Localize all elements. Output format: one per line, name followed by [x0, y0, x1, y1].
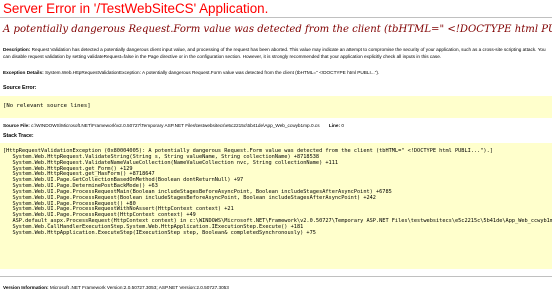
version-information: Version Information: Microsoft .NET Fram… — [3, 284, 229, 291]
exception-details-block: Exception Details: System.Web.HttpReques… — [3, 69, 551, 76]
stack-trace-text: [HttpRequestValidationException (0x80004… — [3, 148, 552, 237]
exception-details-label: Exception Details: — [3, 70, 44, 75]
description-text: Request Validation has detected a potent… — [3, 47, 546, 59]
version-text: Microsoft .NET Framework Version:2.0.507… — [49, 285, 229, 290]
description-label: Description: — [3, 47, 31, 52]
source-file-line: Source File: c:\WINDOWS\Microsoft.NET\Fr… — [3, 122, 344, 129]
title-divider — [0, 17, 552, 18]
stack-trace-line: System.Web.HttpApplication.ExecuteStep(I… — [3, 229, 316, 236]
exception-details-text: System.Web.HttpRequestValidationExceptio… — [44, 70, 380, 75]
stack-trace-label: Stack Trace: — [3, 133, 34, 139]
footer-divider — [0, 276, 552, 277]
source-error-box: [No relevant source lines] — [0, 96, 552, 118]
line-number: 0 — [341, 123, 344, 128]
source-file-label: Source File: — [3, 123, 30, 128]
version-label: Version Information: — [3, 285, 49, 290]
error-subtitle: A potentially dangerous Request.Form val… — [3, 24, 552, 35]
error-page: Server Error in '/TestWebSiteCS' Applica… — [0, 0, 552, 298]
description-block: Description: Request Validation has dete… — [3, 46, 549, 60]
source-error-label: Source Error: — [3, 85, 37, 91]
source-file-path: c:\WINDOWS\Microsoft.NET\Framework\v2.0.… — [31, 123, 320, 128]
page-title: Server Error in '/TestWebSiteCS' Applica… — [3, 1, 269, 16]
line-label: Line: — [328, 123, 341, 128]
source-error-text: [No relevant source lines] — [3, 103, 91, 109]
stack-trace-box: [HttpRequestValidationException (0x80004… — [0, 143, 552, 269]
